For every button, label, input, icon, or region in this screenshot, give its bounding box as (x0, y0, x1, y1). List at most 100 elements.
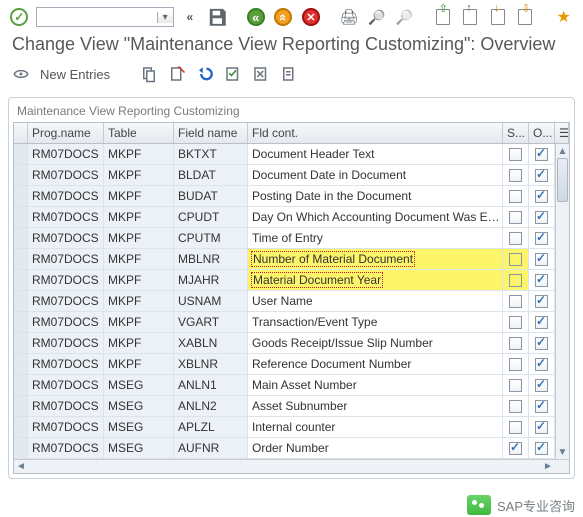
cell-s-checkbox[interactable] (503, 438, 529, 458)
row-selector[interactable] (14, 312, 28, 332)
cell-o-checkbox[interactable] (529, 165, 555, 185)
cell-s-checkbox[interactable] (503, 291, 529, 311)
find-next-icon[interactable] (393, 6, 416, 28)
scroll-right-icon[interactable]: ► (541, 461, 555, 472)
row-selector[interactable] (14, 249, 28, 269)
undo-icon[interactable] (196, 65, 214, 83)
table-row[interactable]: RM07DOCSMSEGAUFNROrder Number (14, 438, 569, 459)
row-selector[interactable] (14, 375, 28, 395)
row-selector[interactable] (14, 354, 28, 374)
cell-desc[interactable]: Order Number (248, 438, 503, 458)
table-row[interactable]: RM07DOCSMKPFCPUDTDay On Which Accounting… (14, 207, 569, 228)
scroll-left-icon[interactable]: ◄ (14, 461, 28, 472)
cell-desc[interactable]: Reference Document Number (248, 354, 503, 374)
cell-s-checkbox[interactable] (503, 249, 529, 269)
cell-o-checkbox[interactable] (529, 228, 555, 248)
toggle-display-icon[interactable] (12, 65, 30, 83)
next-page-icon[interactable]: ↓ (487, 6, 510, 28)
row-selector[interactable] (14, 165, 28, 185)
cell-desc[interactable]: Asset Subnumber (248, 396, 503, 416)
cell-desc[interactable]: Transaction/Event Type (248, 312, 503, 332)
cell-o-checkbox[interactable] (529, 144, 555, 164)
cell-s-checkbox[interactable] (503, 186, 529, 206)
col-field[interactable]: Field name (174, 123, 248, 143)
first-page-icon[interactable]: ⇧ (431, 6, 454, 28)
favorite-icon[interactable]: ★ (552, 6, 575, 28)
vertical-scrollbar[interactable]: ▲ ▼ (555, 144, 569, 459)
cell-desc[interactable]: Posting Date in the Document (248, 186, 503, 206)
scroll-down-icon[interactable]: ▼ (556, 445, 569, 459)
col-config-icon[interactable]: ☰ (555, 123, 569, 143)
col-o[interactable]: O... (529, 123, 555, 143)
table-row[interactable]: RM07DOCSMKPFXABLNGoods Receipt/Issue Sli… (14, 333, 569, 354)
table-row[interactable]: RM07DOCSMKPFBUDATPosting Date in the Doc… (14, 186, 569, 207)
cell-desc[interactable]: Material Document Year (248, 270, 503, 290)
cell-desc[interactable]: Document Date in Document (248, 165, 503, 185)
scroll-thumb[interactable] (557, 158, 568, 202)
cell-o-checkbox[interactable] (529, 354, 555, 374)
command-field[interactable]: ▾ (36, 7, 174, 27)
col-table[interactable]: Table (104, 123, 174, 143)
back-first-button[interactable] (179, 6, 202, 28)
cell-s-checkbox[interactable] (503, 270, 529, 290)
exit-button[interactable] (272, 6, 295, 28)
cell-o-checkbox[interactable] (529, 396, 555, 416)
cell-desc[interactable]: Number of Material Document (248, 249, 503, 269)
table-row[interactable]: RM07DOCSMKPFBLDATDocument Date in Docume… (14, 165, 569, 186)
cell-o-checkbox[interactable] (529, 333, 555, 353)
back-button[interactable] (244, 6, 267, 28)
cell-desc[interactable]: Time of Entry (248, 228, 503, 248)
last-page-icon[interactable]: ⇩ (514, 6, 537, 28)
cell-desc[interactable]: User Name (248, 291, 503, 311)
row-selector[interactable] (14, 333, 28, 353)
save-button[interactable] (206, 6, 229, 28)
cell-o-checkbox[interactable] (529, 417, 555, 437)
col-s[interactable]: S... (503, 123, 529, 143)
table-row[interactable]: RM07DOCSMKPFXBLNRReference Document Numb… (14, 354, 569, 375)
table-row[interactable]: RM07DOCSMSEGAPLZLInternal counter (14, 417, 569, 438)
row-selector[interactable] (14, 228, 28, 248)
cell-s-checkbox[interactable] (503, 354, 529, 374)
cell-s-checkbox[interactable] (503, 396, 529, 416)
cell-s-checkbox[interactable] (503, 312, 529, 332)
cell-s-checkbox[interactable] (503, 375, 529, 395)
command-input[interactable] (37, 8, 157, 26)
cell-desc[interactable]: Day On Which Accounting Document Was E… (248, 207, 503, 227)
cell-o-checkbox[interactable] (529, 312, 555, 332)
table-row[interactable]: RM07DOCSMKPFMBLNRNumber of Material Docu… (14, 249, 569, 270)
table-row[interactable]: RM07DOCSMKPFBKTXTDocument Header Text (14, 144, 569, 165)
print-icon[interactable] (338, 6, 361, 28)
cancel-button[interactable] (300, 6, 323, 28)
deselect-all-icon[interactable] (252, 65, 270, 83)
row-selector[interactable] (14, 144, 28, 164)
cell-o-checkbox[interactable] (529, 270, 555, 290)
cell-s-checkbox[interactable] (503, 417, 529, 437)
config-icon[interactable] (280, 65, 298, 83)
table-row[interactable]: RM07DOCSMSEGANLN2Asset Subnumber (14, 396, 569, 417)
table-row[interactable]: RM07DOCSMKPFCPUTMTime of Entry (14, 228, 569, 249)
cell-s-checkbox[interactable] (503, 228, 529, 248)
table-row[interactable]: RM07DOCSMSEGANLN1Main Asset Number (14, 375, 569, 396)
copy-as-icon[interactable] (140, 65, 158, 83)
cell-o-checkbox[interactable] (529, 207, 555, 227)
cell-s-checkbox[interactable] (503, 333, 529, 353)
cell-o-checkbox[interactable] (529, 291, 555, 311)
dropdown-icon[interactable]: ▾ (157, 12, 173, 23)
table-row[interactable]: RM07DOCSMKPFUSNAMUser Name (14, 291, 569, 312)
row-selector[interactable] (14, 438, 28, 458)
row-selector[interactable] (14, 396, 28, 416)
enter-button[interactable] (8, 6, 31, 28)
find-icon[interactable] (365, 6, 388, 28)
select-all-icon[interactable] (224, 65, 242, 83)
col-prog[interactable]: Prog.name (28, 123, 104, 143)
cell-s-checkbox[interactable] (503, 207, 529, 227)
cell-desc[interactable]: Document Header Text (248, 144, 503, 164)
cell-desc[interactable]: Main Asset Number (248, 375, 503, 395)
table-row[interactable]: RM07DOCSMKPFMJAHRMaterial Document Year (14, 270, 569, 291)
row-selector-header[interactable] (14, 123, 28, 143)
horizontal-scrollbar[interactable]: ◄ ► (14, 459, 569, 473)
row-selector[interactable] (14, 291, 28, 311)
row-selector[interactable] (14, 186, 28, 206)
scroll-up-icon[interactable]: ▲ (556, 144, 569, 158)
cell-o-checkbox[interactable] (529, 438, 555, 458)
